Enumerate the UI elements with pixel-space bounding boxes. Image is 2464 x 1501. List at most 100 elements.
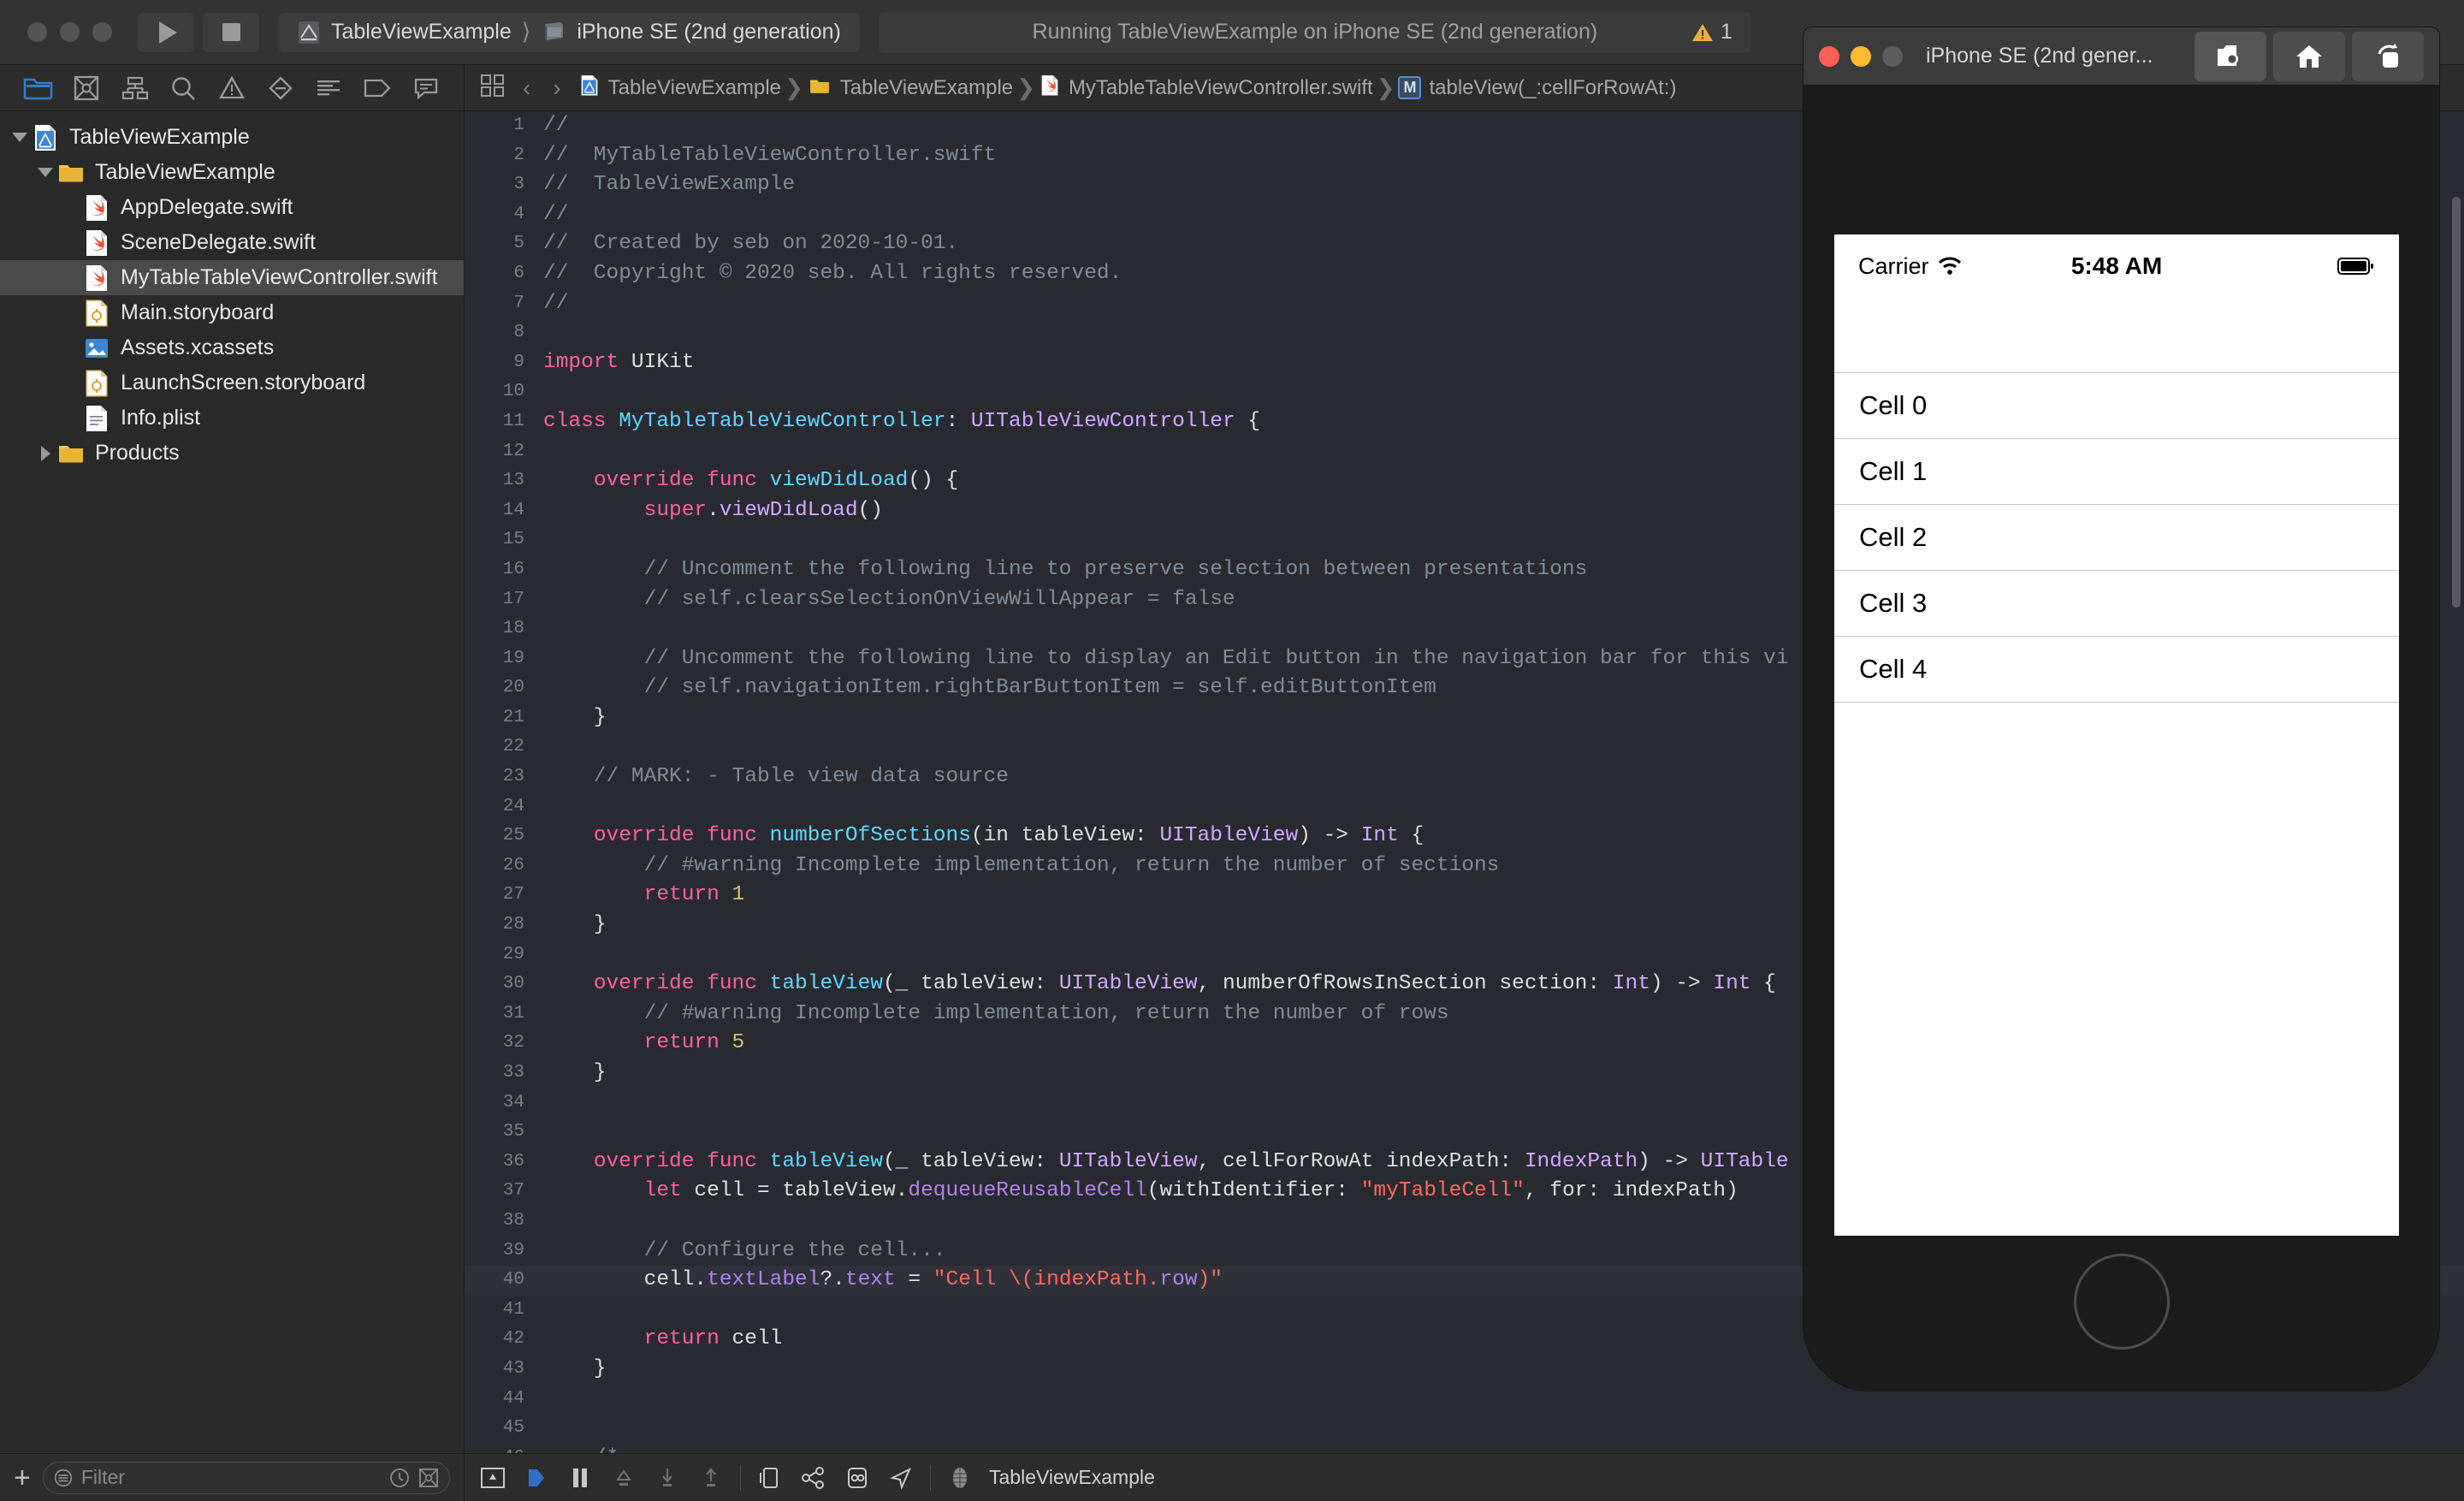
line-number: 30 [502,974,524,994]
folder-icon [58,439,84,468]
navigator-item-label: MyTableTableViewController.swift [121,265,438,289]
navigator-item[interactable]: Products [0,436,464,471]
step-over-button[interactable] [609,1463,638,1492]
ios-table-cell[interactable]: Cell 1 [1834,439,2399,505]
code-text: // self.navigationItem.rightBarButtonIte… [543,676,1436,700]
zoom-window-button[interactable] [92,22,112,42]
ios-table-cell[interactable]: Cell 3 [1834,571,2399,637]
navigator-item[interactable]: Assets.xcassets [0,330,464,365]
navigator-item-label: AppDelegate.swift [121,195,293,219]
xcode-project-icon [33,123,58,152]
close-window-button[interactable] [27,22,47,42]
navigator-tab-project[interactable] [14,65,62,110]
navigator-item[interactable]: LaunchScreen.storyboard [0,365,464,400]
pause-button[interactable] [566,1463,595,1492]
line-number: 10 [502,382,524,402]
code-text: override func viewDidLoad() { [593,469,959,493]
swift-file-icon [1039,71,1061,104]
rotate-button[interactable] [2352,31,2424,81]
process-icon[interactable] [945,1463,974,1492]
scheme-destination-selector[interactable]: TableViewExample ⟩ iPhone SE (2nd genera… [278,12,860,52]
breadcrumb-item[interactable]: MyTableTableViewController.swift [1039,71,1373,104]
code-text: // MyTableTableViewController.swift [543,143,997,167]
breadcrumb[interactable]: TableViewExample ❯ TableViewExample ❯ MyTabl… [578,71,1676,104]
code-text: cell.textLabel?.text = "Cell \(indexPath… [543,1268,1223,1292]
navigator-item[interactable]: Info.plist [0,400,464,436]
code-line[interactable]: 45 [465,1414,2464,1444]
navigator-item[interactable]: TableViewExample [0,120,464,155]
disclosure-triangle-closed-icon[interactable] [34,442,56,465]
ios-table-cell-label: Cell 2 [1859,522,1928,552]
step-out-button[interactable] [696,1463,726,1492]
navigator-item[interactable]: TableViewExample [0,155,464,190]
ios-table-view[interactable]: Cell 0 Cell 1 Cell 2 Cell 3 Cell 4 [1834,373,2399,703]
navigate-back-button[interactable]: ‹ [518,74,536,102]
navigator-tab-bar [0,65,464,111]
line-number: 32 [502,1033,524,1053]
line-number: 26 [502,855,524,875]
editor-vertical-scrollbar[interactable] [2452,197,2461,608]
hide-debug-area-button[interactable] [478,1463,507,1492]
code-line[interactable]: 46 /* [465,1444,2464,1453]
step-into-button[interactable] [653,1463,682,1492]
run-button[interactable] [138,12,194,52]
simulate-location-button[interactable] [886,1463,915,1492]
navigator-tab-symbol[interactable] [110,65,159,110]
breadcrumb-separator-icon: ❯ [1016,74,1035,100]
navigator-tab-issue[interactable] [208,65,257,110]
home-button[interactable] [2273,31,2345,81]
navigator-tab-test[interactable] [256,65,305,110]
memory-graph-button[interactable] [799,1463,828,1492]
related-items-icon[interactable] [480,74,506,102]
line-number: 16 [502,559,524,579]
xcode-project-icon [578,71,601,104]
simulator-screen[interactable]: Carrier 5:48 AM Cell 0Cell 1 Cell 2 Cell… [1834,234,2399,1236]
breadcrumb-item[interactable]: TableViewExample [807,74,1013,102]
line-number: 31 [502,1003,524,1023]
line-number: 19 [502,648,524,668]
view-hierarchy-button[interactable] [755,1463,785,1492]
disclosure-triangle-open-icon[interactable] [9,127,31,149]
window-traffic-lights [15,22,112,42]
navigator-item-label: TableViewExample [69,125,250,149]
ios-table-cell[interactable]: Cell 0 [1834,373,2399,439]
continue-button[interactable] [522,1463,551,1492]
status-warning-group[interactable]: 1 [1691,20,1732,44]
navigator-item[interactable]: AppDelegate.swift [0,190,464,225]
add-file-button[interactable]: + [14,1463,31,1492]
simulator-close-button[interactable] [1819,45,1839,67]
navigator-tab-find[interactable] [159,65,208,110]
navigator-item[interactable]: MyTableTableViewController.swift [0,260,464,295]
breadcrumb-item[interactable]: MtableView(_:cellForRowAt:) [1398,76,1676,100]
stop-button[interactable] [203,12,259,52]
navigate-forward-button[interactable]: › [548,74,566,102]
simulator-zoom-button[interactable] [1882,45,1903,67]
breadcrumb-item[interactable]: TableViewExample [578,71,781,104]
line-number: 43 [502,1358,524,1379]
navigator-tab-breakpoint[interactable] [353,65,402,110]
activity-status-bar[interactable]: Running TableViewExample on iPhone SE (2… [878,11,1751,53]
line-number: 46 [465,1444,543,1453]
navigator-tab-source-control[interactable] [62,65,111,110]
disclosure-triangle-open-icon[interactable] [34,162,56,184]
simulator-minimize-button[interactable] [1851,45,1871,67]
navigator-item[interactable]: Main.storyboard [0,295,464,330]
line-number: 11 [502,411,524,431]
ios-table-cell[interactable]: Cell 4 [1834,637,2399,703]
code-text: // Configure the cell... [543,1238,946,1262]
navigator-item[interactable]: SceneDelegate.swift [0,225,464,260]
storyboard-file-icon [84,299,110,328]
minimize-window-button[interactable] [60,22,80,42]
simulator-title-bar: iPhone SE (2nd gener... [1803,27,2440,85]
navigator-filter-bar: + Filter [0,1453,464,1501]
simulator-home-hardware-button[interactable] [2073,1254,2170,1350]
filter-field[interactable]: Filter [42,1461,450,1494]
code-text: // #warning Incomplete implementation, r… [543,1001,1449,1025]
project-navigator-tree[interactable]: TableViewExample TableViewExample AppDeleg… [0,111,464,1453]
environment-overrides-button[interactable] [843,1463,872,1492]
line-number: 36 [502,1151,524,1172]
navigator-tab-report[interactable] [401,65,450,110]
ios-table-cell[interactable]: Cell 2 [1834,505,2399,571]
navigator-tab-debug[interactable] [305,65,353,110]
screenshot-button[interactable] [2194,31,2266,81]
